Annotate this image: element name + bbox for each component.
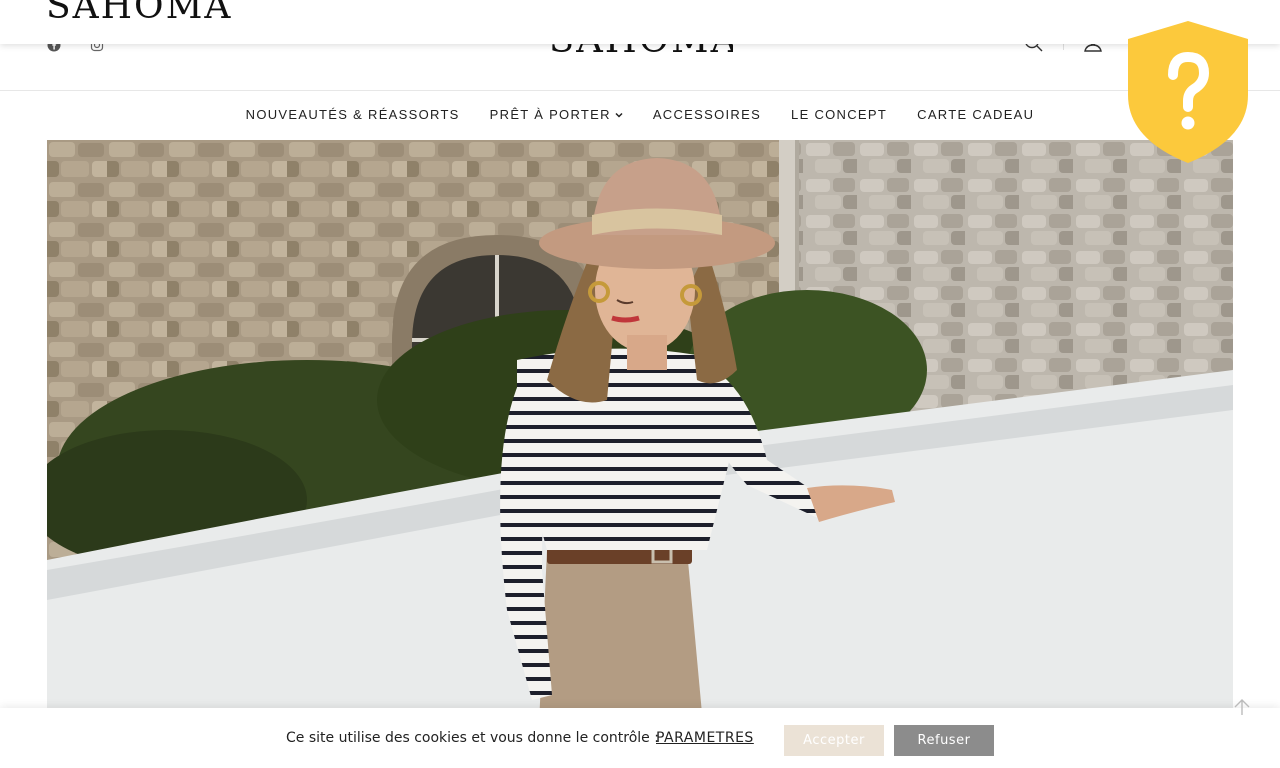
nav-item-accessoires[interactable]: ACCESSOIRES (638, 103, 776, 127)
cookie-settings-link[interactable]: PARAMETRES (656, 730, 754, 746)
nav-item-label: LE CONCEPT (791, 107, 888, 122)
accept-button[interactable]: Accepter (784, 725, 884, 756)
nav-item-label: CARTE CADEAU (917, 107, 1035, 122)
sticky-logo[interactable]: SAHOMA (46, 0, 232, 27)
arrow-up-icon (1234, 699, 1250, 715)
nav-item-carte-cadeau[interactable]: CARTE CADEAU (902, 103, 1049, 127)
nav-item-label: ACCESSOIRES (652, 107, 762, 122)
cookie-message: Ce site utilise des cookies et vous donn… (286, 730, 659, 746)
sticky-header: SAHOMA (0, 0, 1280, 44)
help-shield-button[interactable] (1126, 19, 1250, 165)
refuse-button[interactable]: Refuser (894, 725, 994, 756)
nav-item-nouveautes[interactable]: NOUVEAUTÉS & RÉASSORTS (231, 103, 475, 127)
scroll-top-button[interactable] (1232, 697, 1252, 717)
question-shield-icon (1128, 21, 1248, 163)
nav-item-le-concept[interactable]: LE CONCEPT (776, 103, 902, 127)
hero-image[interactable] (47, 140, 1233, 768)
cookie-banner: Ce site utilise des cookies et vous donn… (0, 708, 1280, 768)
nav-item-label: NOUVEAUTÉS & RÉASSORTS (245, 107, 460, 122)
hero-illustration (47, 140, 1233, 768)
nav-item-label: PRÊT À PORTER (489, 107, 611, 122)
main-nav: NOUVEAUTÉS & RÉASSORTS PRÊT À PORTER ACC… (0, 103, 1280, 127)
nav-item-pret-a-porter[interactable]: PRÊT À PORTER (475, 103, 638, 127)
chevron-down-icon (615, 112, 623, 118)
